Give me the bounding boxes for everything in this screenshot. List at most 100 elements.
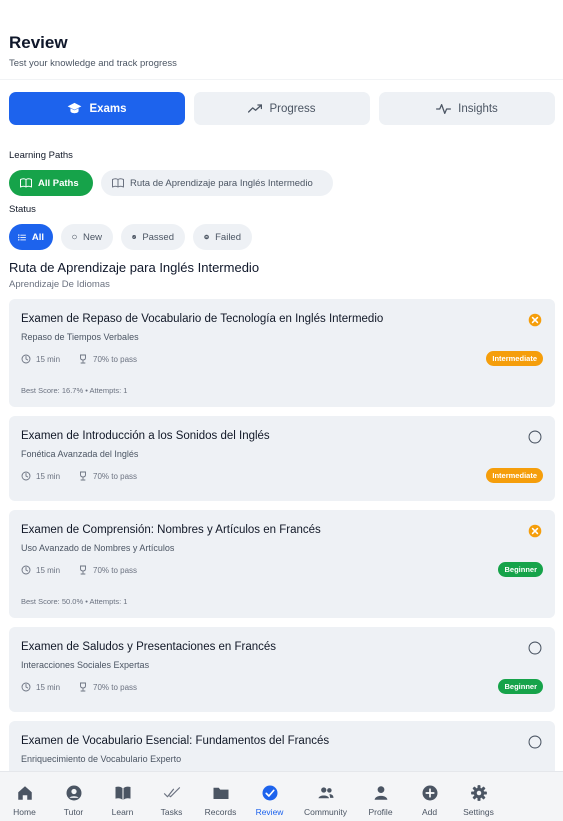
nav-label: Add (421, 807, 438, 817)
chip-all-paths[interactable]: All Paths (9, 170, 93, 196)
exam-title: Examen de Saludos y Presentaciones en Fr… (21, 641, 277, 653)
nav-label: Tutor (63, 807, 84, 817)
exam-duration: 15 min (36, 682, 61, 692)
exam-duration: 15 min (36, 565, 61, 575)
chip-status-failed[interactable]: Failed (193, 224, 252, 250)
exam-card[interactable]: Examen de Saludos y Presentaciones en Fr… (9, 627, 555, 712)
exam-card[interactable]: Examen de Repaso de Vocabulario de Tecno… (9, 299, 555, 407)
circle-icon (72, 234, 77, 240)
pulse-icon (436, 103, 452, 114)
check-circle-icon (132, 235, 137, 239)
trophy-icon (80, 565, 86, 575)
nav-label: Review (255, 807, 284, 817)
not-started-status-icon (528, 430, 542, 444)
nav-profile[interactable]: Profile (356, 772, 405, 821)
exam-title: Examen de Comprensión: Nombres y Artícul… (21, 524, 321, 536)
nav-label: Profile (368, 807, 393, 817)
not-started-status-icon (528, 735, 542, 749)
trend-line-icon (248, 104, 263, 113)
tab-label: Progress (269, 102, 316, 115)
x-circle-icon (204, 234, 209, 240)
exam-pass-threshold: 70% to pass (93, 354, 138, 364)
nav-learn[interactable]: Learn (98, 772, 147, 821)
clock-icon (21, 565, 31, 575)
tutor-icon (66, 785, 81, 801)
page-subtitle: Test your knowledge and track progress (9, 58, 177, 69)
exam-title: Examen de Vocabulario Esencial: Fundamen… (21, 735, 330, 747)
nav-label: Settings (463, 807, 494, 817)
chip-label: New (82, 231, 102, 243)
nav-label: Community (304, 807, 347, 817)
graduation-cap-icon (68, 102, 82, 114)
check-circle-icon (262, 785, 277, 801)
tab-progress[interactable]: Progress (194, 92, 370, 125)
exam-topic: Uso Avanzado de Nombres y Artículos (21, 543, 175, 553)
exam-topic: Interacciones Sociales Expertas (21, 660, 150, 670)
nav-records[interactable]: Records (196, 772, 245, 821)
chip-label: All (31, 231, 44, 243)
clock-icon (21, 471, 31, 481)
bottom-nav: Home Tutor Learn Tasks Records Review Co… (0, 771, 563, 821)
exam-pass-threshold: 70% to pass (93, 565, 138, 575)
list-icon (18, 233, 26, 241)
nav-home[interactable]: Home (0, 772, 49, 821)
failed-status-icon (528, 524, 542, 538)
exam-meta: 15 min 70% to pass (21, 471, 137, 481)
trophy-icon (80, 471, 86, 481)
learning-paths-label: Learning Paths (9, 150, 73, 161)
chip-label: Ruta de Aprendizaje para Inglés Intermed… (130, 177, 313, 189)
exam-score: Best Score: 50.0% • Attempts: 1 (21, 597, 128, 606)
chip-label: All Paths (38, 177, 79, 189)
book-icon (115, 786, 130, 800)
exam-duration: 15 min (36, 354, 61, 364)
book-open-icon (20, 178, 32, 188)
nav-community[interactable]: Community (301, 772, 350, 821)
failed-status-icon (528, 313, 542, 327)
trophy-icon (80, 354, 86, 364)
review-tabs: Exams Progress Insights (9, 92, 555, 125)
nav-tutor[interactable]: Tutor (49, 772, 98, 821)
nav-tasks[interactable]: Tasks (147, 772, 196, 821)
exam-pass-threshold: 70% to pass (93, 682, 138, 692)
nav-label: Records (204, 807, 237, 817)
exam-meta: 15 min 70% to pass (21, 565, 137, 575)
plus-circle-icon (422, 785, 437, 801)
exam-pass-threshold: 70% to pass (93, 471, 138, 481)
chip-status-passed[interactable]: Passed (121, 224, 185, 250)
level-badge: Intermediate (486, 468, 543, 483)
exam-meta: 15 min 70% to pass (21, 682, 137, 692)
exam-card[interactable]: Examen de Introducción a los Sonidos del… (9, 416, 555, 501)
path-category: Aprendizaje De Idiomas (9, 279, 110, 290)
exam-topic: Enriquecimiento de Vocabulario Experto (21, 754, 182, 764)
tab-exams[interactable]: Exams (9, 92, 185, 125)
chip-status-all[interactable]: All (9, 224, 53, 250)
page-header: Review Test your knowledge and track pro… (0, 0, 563, 80)
trophy-icon (80, 682, 86, 692)
chip-path-ingles-intermedio[interactable]: Ruta de Aprendizaje para Inglés Intermed… (101, 170, 333, 196)
level-badge: Beginner (498, 562, 543, 577)
tab-label: Exams (89, 102, 127, 115)
tab-insights[interactable]: Insights (379, 92, 555, 125)
not-started-status-icon (528, 641, 542, 655)
nav-add[interactable]: Add (405, 772, 454, 821)
exam-score: Best Score: 16.7% • Attempts: 1 (21, 386, 128, 395)
chip-label: Failed (215, 231, 241, 243)
tab-label: Insights (458, 102, 498, 115)
exam-title: Examen de Repaso de Vocabulario de Tecno… (21, 313, 384, 325)
nav-settings[interactable]: Settings (454, 772, 503, 821)
clock-icon (21, 682, 31, 692)
people-icon (318, 787, 333, 799)
nav-review[interactable]: Review (245, 772, 294, 821)
path-title: Ruta de Aprendizaje para Inglés Intermed… (9, 260, 260, 275)
clock-icon (21, 354, 31, 364)
chip-status-new[interactable]: New (61, 224, 113, 250)
chip-label: Passed (142, 231, 174, 243)
exam-meta: 15 min 70% to pass (21, 354, 137, 364)
gear-icon (470, 785, 487, 801)
exam-duration: 15 min (36, 471, 61, 481)
exam-title: Examen de Introducción a los Sonidos del… (21, 430, 270, 442)
exam-topic: Fonética Avanzada del Inglés (21, 449, 139, 459)
nav-label: Tasks (160, 807, 183, 817)
book-open-icon (112, 178, 124, 188)
exam-card[interactable]: Examen de Comprensión: Nombres y Artícul… (9, 510, 555, 618)
